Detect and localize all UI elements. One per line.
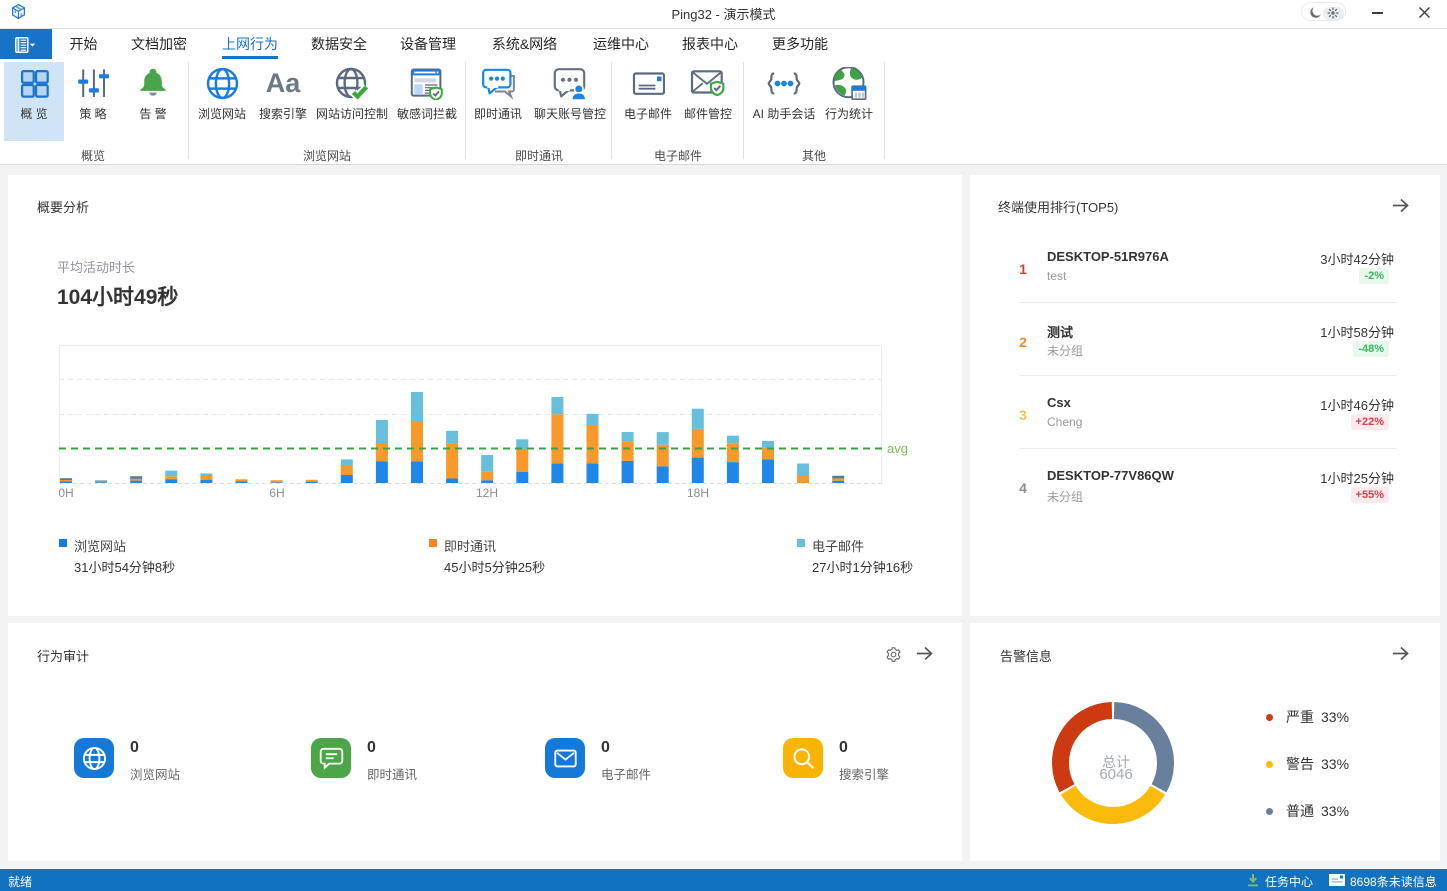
svg-text:18H: 18H [687,486,709,500]
svg-text:6H: 6H [269,486,284,500]
svg-text:12H: 12H [476,486,498,500]
svg-text:avg: avg [887,441,908,456]
svg-text:0H: 0H [58,486,73,500]
